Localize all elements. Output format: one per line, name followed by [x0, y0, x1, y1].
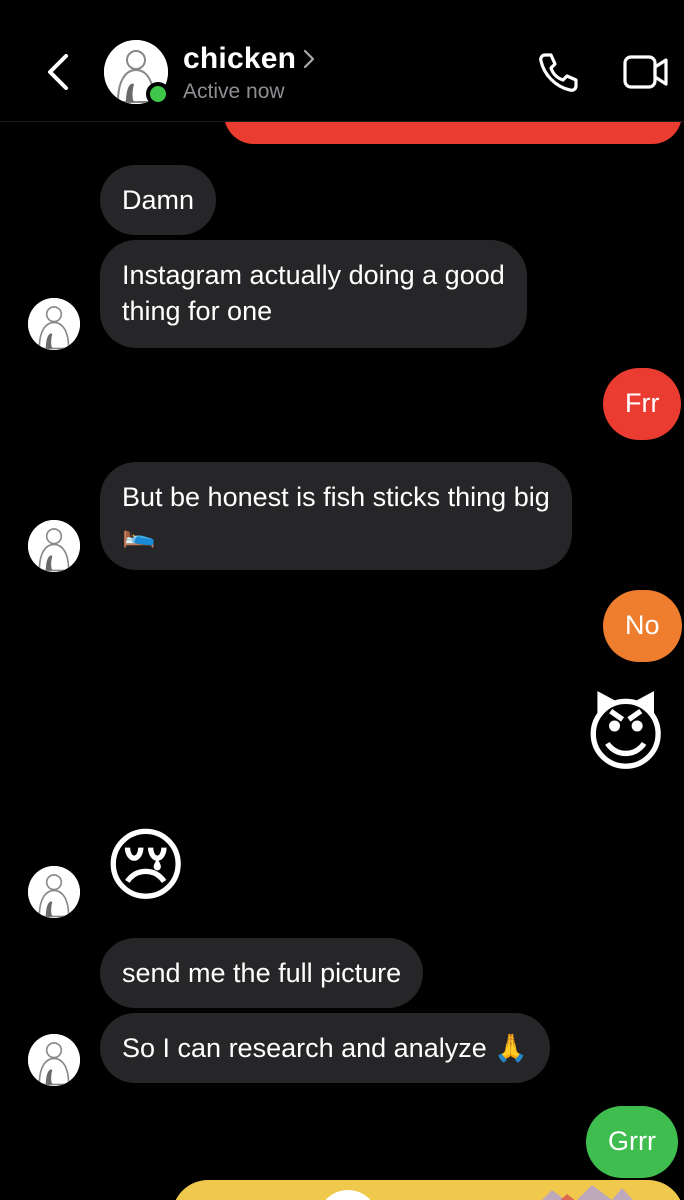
chevron-left-icon	[48, 54, 68, 90]
message-text-line: 🛌	[122, 518, 156, 548]
chevron-right-icon[interactable]	[302, 48, 316, 75]
back-button[interactable]	[38, 48, 78, 96]
active-status: Active now	[183, 80, 285, 103]
call-button[interactable]	[536, 50, 580, 94]
incoming-message[interactable]: Damn	[100, 165, 217, 235]
incoming-emoji-message[interactable]: 😢	[104, 818, 187, 914]
sender-avatar[interactable]	[28, 866, 80, 918]
crying-emoji: 😢	[104, 821, 188, 910]
outgoing-message[interactable]: No	[603, 590, 682, 662]
incoming-message[interactable]: So I can research and analyze 🙏	[100, 1013, 550, 1083]
sender-avatar[interactable]	[28, 298, 80, 350]
devil-emoji: 😈	[584, 691, 668, 780]
video-call-button[interactable]	[622, 52, 670, 92]
message-text: Frr	[625, 388, 660, 418]
message-text: No	[625, 610, 660, 640]
message-text: So I can research and analyze 🙏	[122, 1033, 528, 1063]
image-preview	[325, 1185, 633, 1200]
outgoing-message[interactable]: Frr	[603, 368, 682, 440]
incoming-message[interactable]: send me the full picture	[100, 938, 424, 1008]
message-text-line: thing for one	[122, 296, 273, 326]
message-text: Damn	[122, 185, 195, 215]
contact-name[interactable]: chicken	[183, 42, 296, 76]
video-camera-icon	[623, 55, 668, 89]
message-text-line: Instagram actually doing a good	[122, 260, 505, 290]
outgoing-message[interactable]: Grrr	[586, 1106, 678, 1178]
outgoing-emoji-message[interactable]: 😈	[584, 688, 667, 784]
incoming-message[interactable]: But be honest is fish sticks thing big 🛌	[100, 462, 572, 570]
incoming-message[interactable]: Instagram actually doing a good thing fo…	[100, 240, 527, 348]
phone-icon	[539, 53, 578, 92]
sender-avatar[interactable]	[28, 1034, 80, 1086]
message-text-line: But be honest is fish sticks thing big	[122, 482, 550, 512]
chat-screen: chicken Active now Damn Instagram actual…	[0, 0, 684, 1200]
message-text: Grrr	[608, 1126, 656, 1156]
chat-header: chicken Active now	[0, 0, 684, 122]
online-indicator	[146, 82, 170, 106]
sender-avatar[interactable]	[28, 520, 80, 572]
partial-image-message[interactable]	[172, 1180, 684, 1200]
message-text: send me the full picture	[122, 958, 402, 988]
